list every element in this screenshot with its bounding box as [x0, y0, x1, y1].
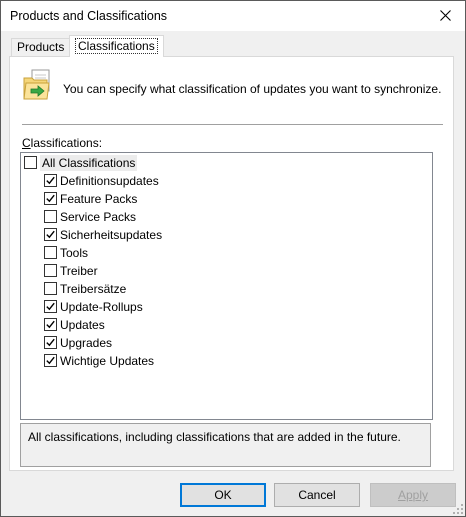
classifications-tab-panel: You can specify what classification of u…: [9, 56, 454, 471]
checkmark-icon: [46, 320, 55, 329]
checkmark-icon: [46, 194, 55, 203]
tree-item-label: Treibersätze: [60, 282, 127, 296]
checkbox[interactable]: [44, 282, 57, 295]
apply-button[interactable]: Apply: [370, 483, 456, 507]
description-box: All classifications, including classific…: [20, 423, 431, 467]
tree-item-label: All Classifications: [40, 155, 138, 171]
tree-item-label: Treiber: [60, 264, 98, 278]
apply-button-label: Apply: [397, 488, 429, 502]
tab-classifications[interactable]: Classifications: [69, 35, 164, 57]
tree-item-label: Upgrades: [60, 336, 113, 350]
checkbox[interactable]: [44, 192, 57, 205]
checkbox[interactable]: [44, 336, 57, 349]
tree-item-label: Wichtige Updates: [60, 354, 155, 368]
checkmark-icon: [46, 302, 55, 311]
checkbox[interactable]: [44, 210, 57, 223]
checkbox[interactable]: [44, 228, 57, 241]
tree-item-label: Definitionsupdates: [60, 174, 159, 188]
cancel-button[interactable]: Cancel: [274, 483, 360, 507]
checkbox[interactable]: [44, 300, 57, 313]
checkmark-icon: [46, 338, 55, 347]
tab-products[interactable]: Products: [11, 38, 71, 57]
tab-classifications-label: Classifications: [75, 38, 158, 54]
close-button[interactable]: [427, 1, 465, 31]
tree-item-label: Sicherheitsupdates: [60, 228, 163, 242]
window-title: Products and Classifications: [10, 9, 168, 23]
classifications-label: Classifications:: [22, 136, 103, 150]
checkbox[interactable]: [44, 264, 57, 277]
checkbox-all-classifications[interactable]: [24, 156, 37, 169]
title-bar[interactable]: Products and Classifications: [1, 1, 465, 31]
checkmark-icon: [46, 176, 55, 185]
dialog-window: Products and Classifications Products Cl…: [0, 0, 466, 517]
checkmark-icon: [46, 356, 55, 365]
tab-products-label: Products: [17, 40, 65, 54]
checkbox[interactable]: [44, 354, 57, 367]
checkmark-icon: [46, 230, 55, 239]
separator-line: [22, 124, 443, 125]
folder-sync-icon: [23, 69, 50, 100]
tree-item-label: Updates: [60, 318, 105, 332]
checkbox[interactable]: [44, 318, 57, 331]
description-text: All classifications, including classific…: [28, 430, 401, 444]
info-text: You can specify what classification of u…: [63, 82, 442, 96]
checkbox[interactable]: [44, 174, 57, 187]
classifications-label-rest: lassifications:: [30, 136, 103, 150]
checkbox[interactable]: [44, 246, 57, 259]
tree-item-label: Feature Packs: [60, 192, 138, 206]
close-icon: [440, 10, 451, 21]
ok-button[interactable]: OK: [180, 483, 266, 507]
tree-item-label: Service Packs: [60, 210, 137, 224]
classifications-tree[interactable]: All Classifications Definitionsupdates Fe…: [20, 152, 433, 420]
tree-item-label: Tools: [60, 246, 89, 260]
resize-grip-icon[interactable]: [453, 504, 463, 514]
tree-item-label: Update-Rollups: [60, 300, 143, 314]
